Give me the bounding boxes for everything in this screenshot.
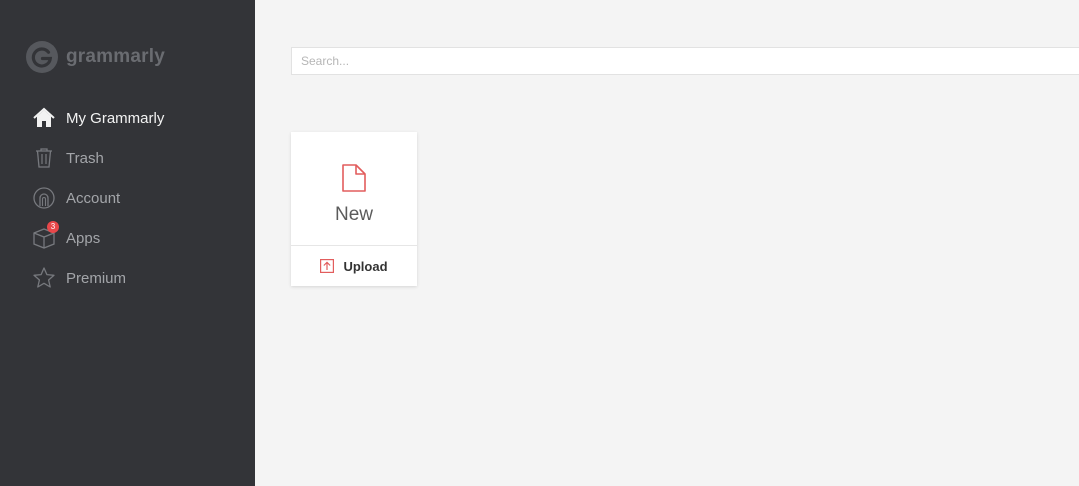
sidebar: grammarly My Grammarly Trash Account 3 A… (0, 0, 255, 486)
sidebar-item-trash[interactable]: Trash (0, 138, 255, 178)
main-content: New Upload (255, 0, 1079, 486)
search-input[interactable] (291, 47, 1079, 75)
sidebar-item-premium[interactable]: Premium (0, 258, 255, 298)
upload-icon (320, 259, 335, 274)
sidebar-item-label: Account (66, 189, 121, 207)
sidebar-item-my-grammarly[interactable]: My Grammarly (0, 98, 255, 138)
brand[interactable]: grammarly (26, 41, 165, 73)
star-icon (32, 266, 56, 290)
trash-icon (32, 146, 56, 170)
upload-label: Upload (343, 258, 388, 274)
sidebar-item-label: Premium (66, 269, 127, 287)
sidebar-nav: My Grammarly Trash Account 3 Apps Premiu… (0, 98, 255, 298)
upload-button[interactable]: Upload (291, 246, 417, 286)
new-document-button[interactable]: New (291, 132, 417, 245)
brand-name: grammarly (66, 46, 165, 67)
grammarly-logo-icon (26, 41, 58, 73)
sidebar-item-apps[interactable]: 3 Apps (0, 218, 255, 258)
new-document-label: New (334, 204, 373, 225)
sidebar-item-label: My Grammarly (66, 109, 165, 127)
app-window: grammarly My Grammarly Trash Account 3 A… (0, 0, 1079, 486)
apps-count-badge: 3 (47, 221, 59, 233)
new-document-card: New Upload (291, 132, 417, 286)
account-icon (32, 186, 56, 210)
sidebar-item-label: Apps (66, 229, 101, 247)
home-icon (32, 106, 56, 130)
apps-box-icon: 3 (32, 221, 59, 250)
sidebar-item-account[interactable]: Account (0, 178, 255, 218)
document-icon (341, 164, 367, 197)
sidebar-item-label: Trash (66, 149, 104, 167)
